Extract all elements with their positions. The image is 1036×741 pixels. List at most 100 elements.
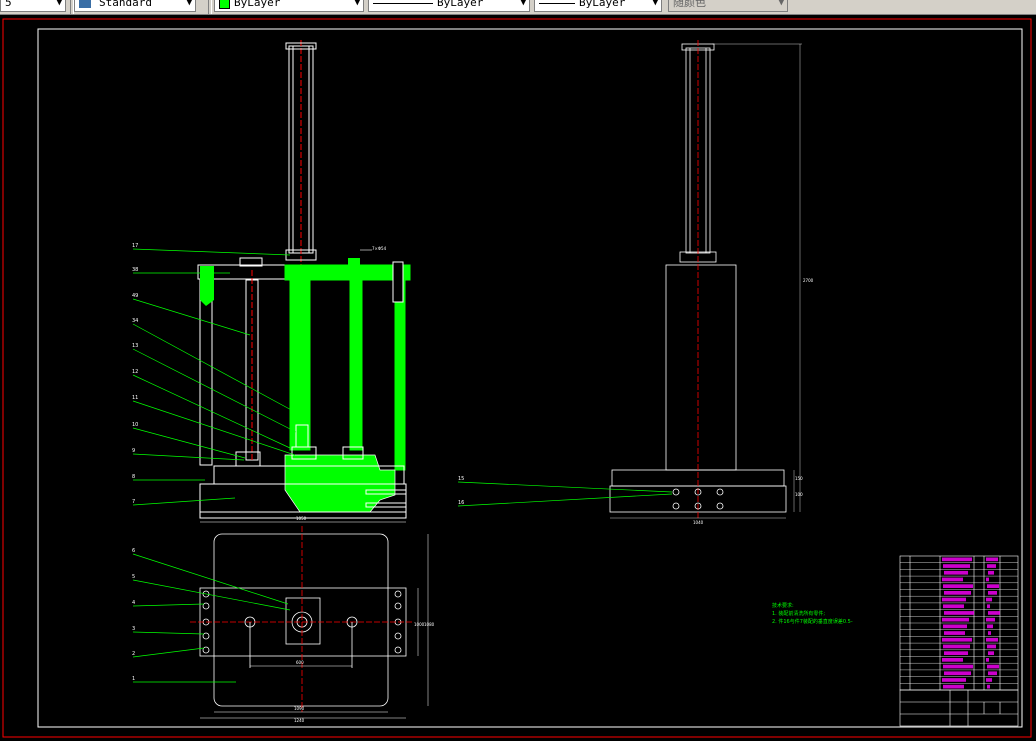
bom-cell-mark <box>988 591 997 595</box>
bom-cell-mark <box>943 684 964 689</box>
bom-cell-mark <box>943 564 970 568</box>
callout-label: 49 <box>132 293 138 299</box>
callout-label: 4 <box>132 600 135 606</box>
title-block <box>899 689 1019 727</box>
tech-notes: 技术要求: 1. 装配前清洗所有零件; 2. 件16与件7装配的垂直度误差0.5… <box>772 602 853 625</box>
bom-cell-mark <box>942 577 963 582</box>
bom-cell-mark <box>987 584 999 588</box>
bom-cell-mark <box>987 644 996 649</box>
plan-callout-labels: 6 5 4 3 2 1 <box>132 548 135 682</box>
bom-cell-mark <box>943 624 967 629</box>
textstyle-dropdown[interactable]: Standard ▼ <box>74 0 196 12</box>
bom-cell-mark <box>987 624 993 629</box>
bom-cell-mark <box>987 564 996 568</box>
textstyle-icon <box>79 0 91 8</box>
dim-plan-width: 1090 <box>294 706 305 711</box>
bom-cell-mark <box>943 604 964 609</box>
callout-label: 17 <box>132 243 138 249</box>
bom-cell-mark <box>944 611 974 615</box>
bom-cell-mark <box>987 604 990 609</box>
dim-side-small-a: 150 <box>795 476 803 481</box>
bom-cell-mark <box>988 570 994 575</box>
bom-cell-mark <box>986 637 998 642</box>
plan-callouts <box>132 553 291 683</box>
bom-cell-mark <box>944 591 971 595</box>
callout-label: 13 <box>132 343 138 349</box>
callout-label: 16 <box>458 500 464 506</box>
bom-cell-mark <box>988 651 994 655</box>
chevron-down-icon[interactable]: ▼ <box>521 0 526 11</box>
bom-cell-mark <box>988 631 991 635</box>
color-swatch-icon <box>219 0 230 9</box>
dim-side-width: 1040 <box>693 520 704 525</box>
side-dims: 1040 2700 150 100 <box>693 278 814 525</box>
chevron-down-icon[interactable]: ▼ <box>57 0 62 11</box>
callout-label: 2 <box>132 651 135 657</box>
dim-plan-side-b: 1080 <box>424 622 435 627</box>
bom-cell-mark <box>943 584 973 588</box>
color-value: ByLayer <box>234 0 281 9</box>
bom-cell-mark <box>944 570 968 575</box>
bom-cell-mark <box>988 671 997 676</box>
bom-cell-mark <box>942 678 966 682</box>
drawing-canvas[interactable]: 7×Φ54 1050 17 38 49 34 13 12 11 10 9 8 7 <box>0 14 1036 741</box>
bom-cell-mark <box>986 597 992 602</box>
tech-notes-line2: 2. 件16与件7装配的垂直度误差0.5- <box>772 618 853 625</box>
bom-cell-mark <box>944 671 971 676</box>
bom-cell-mark <box>986 557 998 562</box>
bom-cell-mark <box>987 684 990 689</box>
bom-cell-mark <box>986 577 989 582</box>
callout-label: 6 <box>132 548 135 554</box>
callout-label: 3 <box>132 626 135 632</box>
lineweight-sample-icon <box>539 2 575 4</box>
bom-cell-mark <box>986 678 992 682</box>
plan-dims: 600 1090 1240 1000 1080 <box>294 622 435 723</box>
dim-plan-outer: 1240 <box>294 718 305 723</box>
callout-label: 12 <box>132 369 138 375</box>
bom-cell-mark <box>942 597 966 602</box>
dim-front-width: 1050 <box>296 516 307 521</box>
front-callout-labels: 17 38 49 34 13 12 11 10 9 8 7 <box>132 243 138 505</box>
scale-value: 5 <box>5 0 12 9</box>
plotstyle-value: 随颜色 <box>673 0 706 9</box>
chevron-down-icon[interactable]: ▼ <box>187 0 192 11</box>
callout-label: 7 <box>132 499 135 505</box>
callout-label: 11 <box>132 395 138 401</box>
callout-label: 9 <box>132 448 135 454</box>
toolbar-separator <box>208 0 212 14</box>
lineweight-dropdown[interactable]: ByLayer ▼ <box>534 0 662 12</box>
chevron-down-icon[interactable]: ▼ <box>779 0 784 11</box>
bom-cell-mark <box>942 617 969 622</box>
sheet-border <box>2 18 1032 738</box>
tech-notes-title: 技术要求: <box>772 602 794 609</box>
bom-cell-mark <box>942 637 972 642</box>
callout-label: 10 <box>132 422 138 428</box>
dim-top-note: 7×Φ54 <box>372 246 387 251</box>
dim-side-small-b: 100 <box>795 492 803 497</box>
bom-cell-mark <box>986 658 989 662</box>
bom-cell-mark <box>987 664 999 669</box>
textstyle-value: Standard <box>99 0 152 9</box>
properties-toolbar: 5 ▼ Standard ▼ ByLayer ▼ ByLayer ▼ ByLay… <box>0 0 1036 15</box>
bom-cell-mark <box>944 631 965 635</box>
drawing-frame <box>37 28 1023 728</box>
front-view: 7×Φ54 1050 <box>197 40 411 523</box>
bom-cell-mark <box>942 658 963 662</box>
callout-label: 38 <box>132 267 138 273</box>
bom-cell-mark <box>943 664 973 669</box>
bom-cell-mark <box>986 617 995 622</box>
chevron-down-icon[interactable]: ▼ <box>355 0 360 11</box>
chevron-down-icon[interactable]: ▼ <box>653 0 658 11</box>
plotstyle-dropdown[interactable]: 随颜色 ▼ <box>668 0 788 12</box>
linetype-value: ByLayer <box>437 0 484 9</box>
color-dropdown[interactable]: ByLayer ▼ <box>214 0 364 12</box>
callout-label: 15 <box>458 476 464 482</box>
linetype-dropdown[interactable]: ByLayer ▼ <box>368 0 530 12</box>
callout-label: 5 <box>132 574 135 580</box>
scale-dropdown[interactable]: 5 ▼ <box>0 0 66 12</box>
lineweight-value: ByLayer <box>579 0 626 9</box>
dim-plan-inner: 600 <box>296 660 304 665</box>
tech-notes-line1: 1. 装配前清洗所有零件; <box>772 610 825 617</box>
dim-side-height: 2700 <box>803 278 814 283</box>
side-callout-labels: 15 16 <box>458 476 464 506</box>
